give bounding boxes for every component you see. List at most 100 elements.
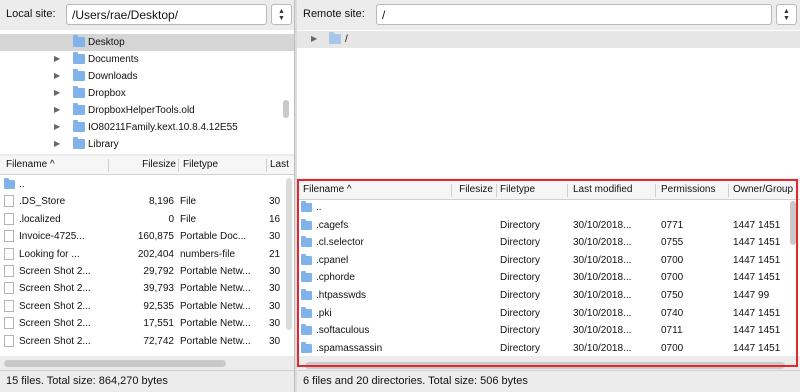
local-col-filename[interactable]: Filename ^ <box>6 159 86 170</box>
local-tree-item[interactable]: ▶ Dropbox <box>0 85 294 102</box>
remote-file-owner: 1447 1451 <box>733 342 781 354</box>
remote-file-row[interactable]: .softaculous Directory 30/10/2018... 0711 14… <box>297 322 800 339</box>
local-tree-item[interactable]: ▶ IO80211Family.kext.10.8.4.12E55 <box>0 119 294 136</box>
local-file-name: Screen Shot 2... <box>19 266 91 277</box>
remote-tree-root[interactable]: ▶ / <box>297 31 800 48</box>
local-file-type: Portable Netw... <box>180 318 251 330</box>
remote-file-row[interactable]: .spamassassin Directory 30/10/2018... 0700 1… <box>297 340 800 356</box>
local-list-scrollbar[interactable] <box>286 178 292 330</box>
remote-file-row[interactable]: .pki Directory 30/10/2018... 0740 1447 1451 <box>297 305 800 322</box>
remote-directory-tree: ▶ / <box>297 30 800 178</box>
local-tree-item-label: DropboxHelperTools.old <box>88 105 195 116</box>
remote-file-permissions: 0771 <box>661 219 684 231</box>
remote-file-permissions: 0700 <box>661 272 684 284</box>
local-tree-item[interactable]: ▶ Library <box>0 136 294 153</box>
local-file-row[interactable]: .. <box>0 176 294 193</box>
local-col-filesize[interactable]: Filesize <box>130 159 176 170</box>
remote-file-row[interactable]: .cphorde Directory 30/10/2018... 0700 1447 1… <box>297 269 800 286</box>
remote-file-row[interactable]: .cpanel Directory 30/10/2018... 0700 1447 14… <box>297 252 800 269</box>
local-tree-item[interactable]: Desktop <box>0 34 294 51</box>
expand-triangle-icon[interactable]: ▶ <box>54 54 60 63</box>
remote-col-permissions[interactable]: Permissions <box>661 184 727 195</box>
chevron-down-icon: ▼ <box>783 14 790 22</box>
local-status-bar: 15 files. Total size: 864,270 bytes <box>0 370 294 392</box>
local-tree-item[interactable]: ▶ DropboxHelperTools.old <box>0 102 294 119</box>
expand-triangle-icon[interactable]: ▶ <box>54 139 60 148</box>
local-tree-item-label: Desktop <box>88 37 125 48</box>
folder-icon <box>301 201 312 212</box>
remote-col-filetype[interactable]: Filetype <box>500 184 560 195</box>
remote-file-row[interactable]: .htpasswds Directory 30/10/2018... 0750 1447… <box>297 287 800 304</box>
local-file-row[interactable]: Looking for ... 202,404 numbers-file 21 <box>0 246 294 263</box>
remote-file-row[interactable]: .cagefs Directory 30/10/2018... 0771 1447 14… <box>297 217 800 234</box>
remote-col-filename[interactable]: Filename ^ <box>303 184 373 195</box>
remote-path-input[interactable]: / <box>376 4 772 25</box>
local-file-last: 16 <box>269 213 281 225</box>
local-file-row[interactable]: .localized 0 File 16 <box>0 211 294 228</box>
remote-list-scrollbar[interactable] <box>790 201 796 245</box>
folder-icon <box>73 35 85 47</box>
local-file-name: Invoice-4725... <box>19 231 85 243</box>
remote-col-modified[interactable]: Last modified <box>573 184 653 195</box>
local-file-row[interactable]: .DS_Store 8,196 File 30 <box>0 193 294 210</box>
local-site-bar: Local site: /Users/rae/Desktop/ ▲ ▼ <box>0 0 294 30</box>
remote-file-owner: 1447 1451 <box>733 325 781 337</box>
local-tree-item-label: Library <box>88 139 119 150</box>
remote-file-row[interactable]: .. <box>297 199 800 216</box>
local-tree-scrollbar[interactable] <box>283 100 289 118</box>
local-tree-item[interactable]: ▶ Downloads <box>0 68 294 85</box>
local-file-size: 0 <box>168 213 174 225</box>
expand-triangle-icon[interactable]: ▶ <box>311 34 317 43</box>
local-file-row[interactable]: Screen Shot 2... 92,535 Portable Netw... 30 <box>0 298 294 315</box>
local-file-row[interactable]: Screen Shot 2... 39,793 Portable Netw... 30 <box>0 280 294 297</box>
remote-pane: Remote site: / ▲ ▼ ▶ / Filename ^ Filesi… <box>297 0 800 392</box>
local-file-name: .DS_Store <box>19 196 66 208</box>
file-icon <box>4 265 14 277</box>
remote-list-hscrollbar[interactable] <box>305 362 785 369</box>
remote-file-owner: 1447 1451 <box>733 237 781 249</box>
expand-triangle-icon[interactable]: ▶ <box>54 88 60 97</box>
remote-file-owner: 1447 1451 <box>733 307 781 319</box>
local-file-row[interactable]: Screen Shot 2... 17,551 Portable Netw... 30 <box>0 315 294 332</box>
remote-file-modified: 30/10/2018... <box>573 219 632 231</box>
folder-icon <box>301 306 312 318</box>
local-tree-item[interactable]: ▶ Documents <box>0 51 294 68</box>
local-file-row[interactable]: Screen Shot 2... 72,742 Portable Netw... 30 <box>0 333 294 350</box>
local-file-last: 21 <box>269 248 281 260</box>
local-file-name: Screen Shot 2... <box>19 300 91 312</box>
expand-triangle-icon[interactable]: ▶ <box>54 105 60 114</box>
remote-file-permissions: 0750 <box>661 290 684 301</box>
remote-col-filesize[interactable]: Filesize <box>453 184 493 195</box>
file-icon <box>4 230 14 243</box>
local-file-size: 160,875 <box>137 231 174 243</box>
local-file-size: 29,792 <box>143 266 174 277</box>
remote-file-modified: 30/10/2018... <box>573 325 632 337</box>
file-icon <box>4 299 14 312</box>
local-file-row[interactable]: Screen Shot 2... 29,792 Portable Netw... 30 <box>0 263 294 280</box>
remote-file-type: Directory <box>500 307 541 319</box>
remote-file-modified: 30/10/2018... <box>573 272 632 284</box>
local-file-type: numbers-file <box>180 248 236 260</box>
remote-col-owner[interactable]: Owner/Group <box>733 184 797 195</box>
local-file-size: 17,551 <box>143 318 174 330</box>
local-directory-tree: Desktop ▶ Documents ▶ Downloads ▶ Dropbox ▶ Drop… <box>0 30 294 154</box>
local-file-type: Portable Netw... <box>180 283 251 295</box>
expand-triangle-icon[interactable]: ▶ <box>54 71 60 80</box>
local-col-filetype[interactable]: Filetype <box>183 159 263 170</box>
local-col-last[interactable]: Last <box>270 159 292 170</box>
expand-triangle-icon[interactable]: ▶ <box>54 122 60 131</box>
remote-file-row[interactable]: .cl.selector Directory 30/10/2018... 0755 14… <box>297 234 800 251</box>
local-path-dropdown[interactable]: ▲ ▼ <box>271 4 292 25</box>
remote-file-type: Directory <box>500 219 541 231</box>
remote-file-modified: 30/10/2018... <box>573 237 632 249</box>
remote-path-dropdown[interactable]: ▲ ▼ <box>776 4 797 25</box>
local-pane: Local site: /Users/rae/Desktop/ ▲ ▼ Desk… <box>0 0 294 392</box>
remote-file-type: Directory <box>500 272 541 284</box>
remote-status-bar: 6 files and 20 directories. Total size: … <box>297 370 800 392</box>
local-list-hscrollbar[interactable] <box>4 360 226 367</box>
local-file-name: Screen Shot 2... <box>19 283 91 295</box>
local-file-last: 30 <box>269 335 281 347</box>
local-file-row[interactable]: Invoice-4725... 160,875 Portable Doc... 30 <box>0 228 294 245</box>
local-status-text: 15 files. Total size: 864,270 bytes <box>6 375 168 387</box>
local-path-input[interactable]: /Users/rae/Desktop/ <box>66 4 267 25</box>
